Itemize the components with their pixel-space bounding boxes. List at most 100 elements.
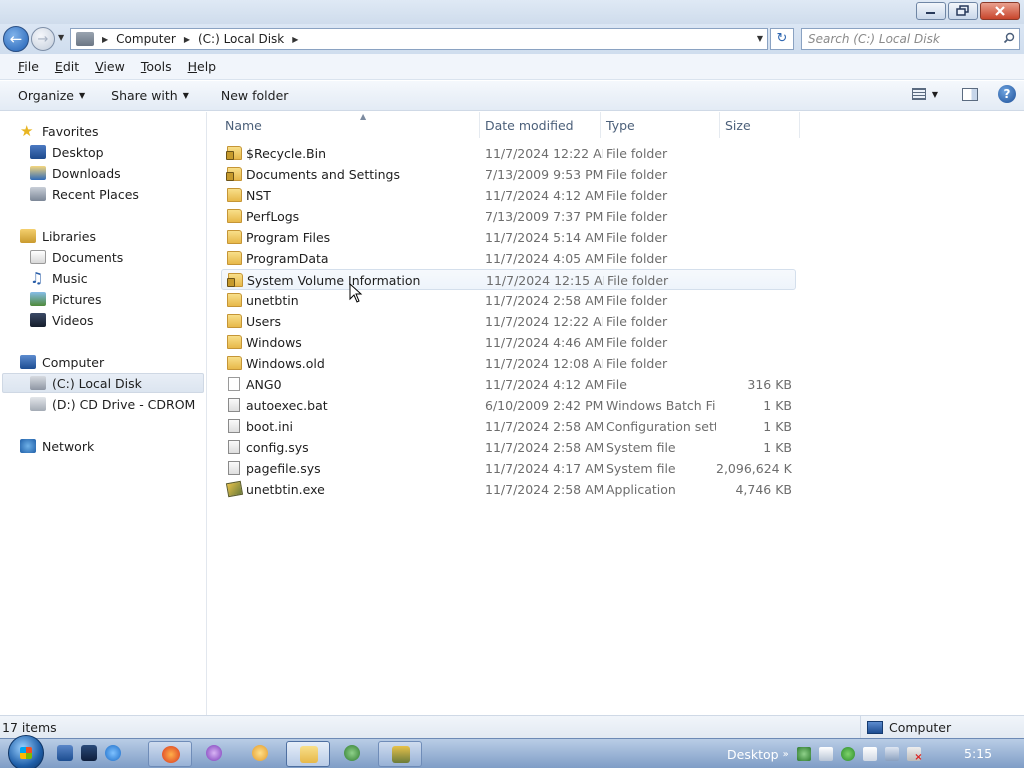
file-date: 11/7/2024 12:15 AM: [486, 273, 604, 288]
volume-muted-icon[interactable]: ×: [906, 747, 923, 763]
action-center-flag-icon[interactable]: [862, 747, 877, 761]
table-row[interactable]: unetbtin.exe 11/7/2024 2:58 AM Application…: [221, 479, 796, 500]
breadcrumb-local-disk[interactable]: (C:) Local Disk: [198, 32, 284, 46]
nav-pictures[interactable]: Pictures: [30, 289, 102, 309]
file-size: [716, 248, 792, 269]
nav-network[interactable]: Network: [20, 436, 94, 456]
preview-pane-icon[interactable]: [962, 87, 978, 101]
file-name: Documents and Settings: [246, 167, 401, 182]
nav-libraries[interactable]: Libraries: [20, 226, 96, 246]
search-input[interactable]: [802, 29, 992, 49]
nav-desktop[interactable]: Desktop: [30, 142, 104, 162]
nav-music[interactable]: ♫ Music: [30, 268, 88, 288]
view-controls: ▼ ?: [911, 85, 1016, 103]
table-row[interactable]: ProgramData 11/7/2024 4:05 AM File folder: [221, 248, 796, 269]
taskbar-explorer[interactable]: [286, 741, 330, 767]
menu-edit[interactable]: Edit: [47, 59, 87, 74]
change-view-icon[interactable]: [911, 88, 926, 100]
system-tray: Desktop » ×: [727, 739, 923, 768]
recent-pages-dropdown[interactable]: ▼: [58, 33, 64, 42]
globe-app-icon[interactable]: [344, 745, 360, 761]
table-row[interactable]: autoexec.bat 6/10/2009 2:42 PM Windows Bat…: [221, 395, 796, 416]
column-header-size[interactable]: Size: [721, 112, 800, 138]
table-row[interactable]: System Volume Information 11/7/2024 12:15…: [221, 269, 796, 290]
breadcrumb-separator[interactable]: ▶: [184, 35, 190, 44]
table-row[interactable]: PerfLogs 7/13/2009 7:37 PM File folder: [221, 206, 796, 227]
menu-tools[interactable]: Tools: [133, 59, 180, 74]
folder-icon: [227, 209, 242, 223]
file-size: 316 KB: [747, 377, 792, 392]
refresh-button[interactable]: ↻: [770, 28, 794, 50]
nav-recent-places[interactable]: Recent Places: [30, 184, 139, 204]
menu-file[interactable]: File: [10, 59, 47, 74]
close-button[interactable]: [980, 2, 1020, 20]
table-row[interactable]: pagefile.sys 11/7/2024 4:17 AM System file…: [221, 458, 796, 479]
table-row[interactable]: boot.ini 11/7/2024 2:58 AM Configuration s…: [221, 416, 796, 437]
menu-view[interactable]: View: [87, 59, 133, 74]
table-row[interactable]: Windows 11/7/2024 4:46 AM File folder: [221, 332, 796, 353]
window-controls: [916, 2, 1020, 20]
desktop-toolbar-label[interactable]: Desktop: [727, 747, 779, 762]
messenger-icon[interactable]: [206, 745, 222, 761]
chevron-double-right-icon[interactable]: »: [783, 749, 789, 760]
minimize-button[interactable]: [916, 2, 946, 20]
nav-local-disk[interactable]: (C:) Local Disk: [2, 373, 204, 393]
paint-icon[interactable]: [252, 745, 268, 761]
share-with-button[interactable]: Share with ▼: [101, 88, 199, 103]
back-button[interactable]: ←: [3, 26, 29, 52]
table-row[interactable]: Windows.old 11/7/2024 12:08 AM File folder: [221, 353, 796, 374]
switch-windows-icon[interactable]: [81, 745, 97, 761]
file-list: Name ▲ Date modified Type Size $Recycle.…: [207, 112, 1024, 715]
maximize-button[interactable]: [948, 2, 978, 20]
sort-ascending-icon: ▲: [360, 112, 367, 121]
chevron-down-icon[interactable]: ▼: [932, 90, 938, 99]
column-header-date[interactable]: Date modified: [481, 112, 601, 138]
nav-documents[interactable]: Documents: [30, 247, 123, 267]
breadcrumb-separator[interactable]: ▶: [292, 35, 298, 44]
table-row[interactable]: Users 11/7/2024 12:22 AM File folder: [221, 311, 796, 332]
file-type: File folder: [606, 293, 668, 308]
folder-icon: [227, 314, 242, 328]
table-row[interactable]: $Recycle.Bin 11/7/2024 12:22 AM File folde…: [221, 143, 796, 164]
table-row[interactable]: Program Files 11/7/2024 5:14 AM File folde…: [221, 227, 796, 248]
status-location-label: Computer: [889, 719, 952, 735]
breadcrumb-computer[interactable]: Computer: [116, 32, 176, 46]
file-type: File folder: [606, 356, 668, 371]
table-row[interactable]: Documents and Settings 7/13/2009 9:53 PM F…: [221, 164, 796, 185]
file-date: 11/7/2024 2:58 AM: [485, 440, 603, 455]
forward-button[interactable]: →: [31, 27, 55, 51]
table-row[interactable]: config.sys 11/7/2024 2:58 AM System file 1 …: [221, 437, 796, 458]
nav-videos[interactable]: Videos: [30, 310, 94, 330]
table-row[interactable]: ANG0 11/7/2024 4:12 AM File 316 KB: [221, 374, 796, 395]
new-folder-button[interactable]: New folder: [211, 88, 299, 103]
table-row[interactable]: NST 11/7/2024 4:12 AM File folder: [221, 185, 796, 206]
document-tray-icon[interactable]: [818, 747, 833, 761]
nav-network-label: Network: [42, 438, 95, 454]
taskbar-installer[interactable]: [378, 741, 422, 767]
address-dropdown[interactable]: ▼: [757, 34, 763, 43]
search-icon[interactable]: [1003, 32, 1015, 44]
column-header-name[interactable]: Name ▲: [221, 112, 480, 138]
videos-icon: [30, 313, 46, 327]
show-desktop-icon[interactable]: [57, 745, 73, 761]
nav-cd-drive[interactable]: (D:) CD Drive - CDROM: [30, 394, 195, 414]
clock[interactable]: 5:15: [964, 746, 992, 761]
security-tray-icon[interactable]: [840, 747, 855, 761]
hard-drive-icon: [30, 376, 46, 390]
network-status-icon[interactable]: [884, 747, 899, 761]
taskbar-firefox[interactable]: [148, 741, 192, 767]
internet-explorer-icon[interactable]: [105, 745, 121, 761]
start-button[interactable]: [8, 735, 44, 768]
nav-downloads[interactable]: Downloads: [30, 163, 121, 183]
help-icon[interactable]: ?: [998, 85, 1016, 103]
address-bar[interactable]: ▶ Computer ▶ (C:) Local Disk ▶ ▼: [70, 28, 768, 50]
breadcrumb-separator[interactable]: ▶: [102, 35, 108, 44]
organize-button[interactable]: Organize ▼: [8, 88, 95, 103]
table-row[interactable]: unetbtin 11/7/2024 2:58 AM File folder: [221, 290, 796, 311]
nav-computer[interactable]: Computer: [20, 352, 104, 372]
status-location: Computer: [860, 716, 951, 738]
column-header-type[interactable]: Type: [602, 112, 720, 138]
nav-favorites[interactable]: ★ Favorites: [20, 121, 98, 141]
menu-help[interactable]: Help: [180, 59, 225, 74]
network-tray-icon[interactable]: [796, 747, 811, 761]
